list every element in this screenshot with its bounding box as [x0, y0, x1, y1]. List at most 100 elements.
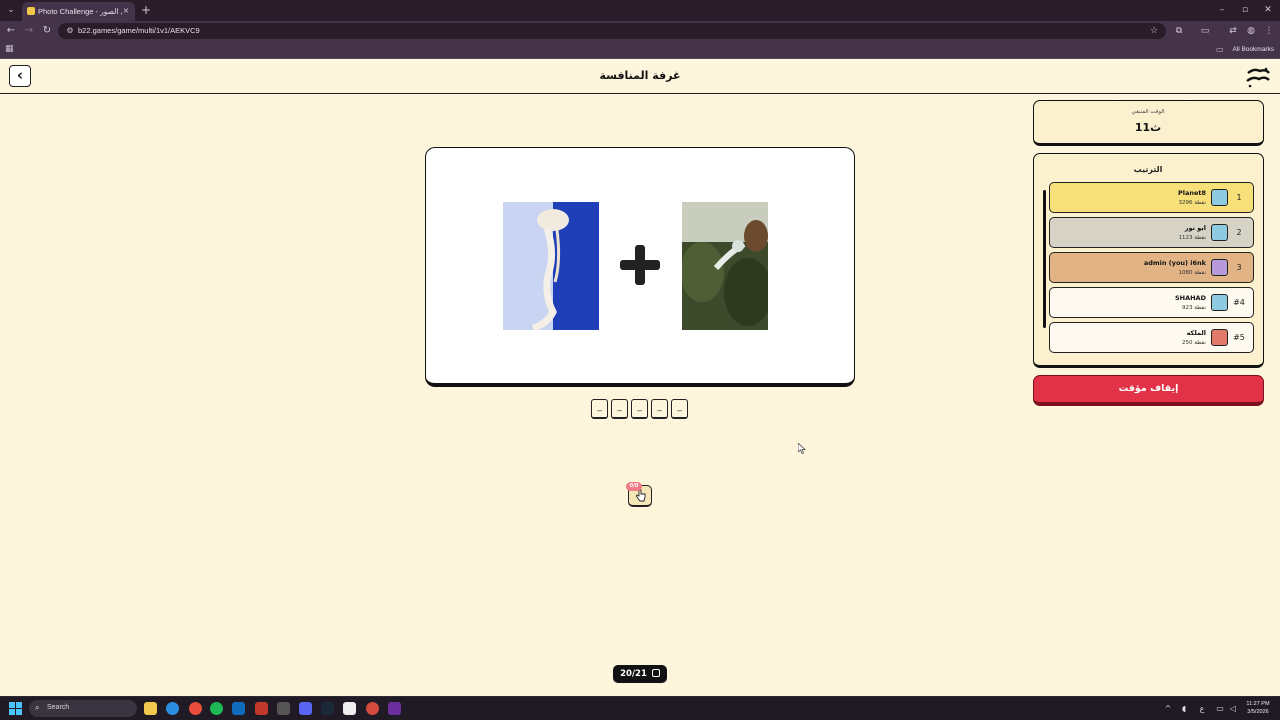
language-icon[interactable]: ع	[1196, 702, 1208, 715]
avatar	[1211, 224, 1228, 241]
back-nav-icon[interactable]: ←	[4, 24, 18, 38]
letter-slot[interactable]: _	[611, 399, 628, 419]
bookmark-star-icon[interactable]: ☆	[1148, 25, 1160, 37]
new-tab-button[interactable]: +	[140, 3, 152, 17]
chrome-icon[interactable]	[189, 702, 202, 715]
player-name: Planet8	[1177, 189, 1206, 197]
steam-icon[interactable]	[321, 702, 334, 715]
rank-number: #5	[1233, 333, 1245, 342]
round-counter: 20/21	[613, 665, 667, 683]
answer-letter-slots: _ _ _ _ _	[591, 399, 691, 421]
tab-search-icon[interactable]: ⌄	[4, 4, 18, 17]
browser-toolbar: ← → ↻ ⚙ b22.games/game/multi/1v1/AEKVC9 …	[0, 21, 1280, 41]
scrollbar-thumb[interactable]	[1043, 190, 1046, 328]
taskbar-search[interactable]: ⌕ Search	[29, 700, 137, 717]
puzzle-card	[425, 147, 855, 387]
nature-splash-image	[682, 202, 768, 330]
app-icon[interactable]	[343, 702, 356, 715]
menu-icon[interactable]: ⋮	[1262, 24, 1276, 38]
pause-timer-button[interactable]: إيقاف مؤقت	[1033, 375, 1264, 406]
app-icon[interactable]	[255, 702, 268, 715]
tab-title: Photo Challenge - تحدي الصور	[38, 7, 122, 16]
media-icon[interactable]: ▭	[1198, 24, 1212, 38]
app-icon[interactable]	[232, 702, 245, 715]
reload-icon[interactable]: ↻	[40, 24, 54, 38]
cast-icon[interactable]: ⇄	[1226, 24, 1240, 38]
avatar	[1211, 259, 1228, 276]
player-points: 1123 نقطة	[1178, 235, 1206, 241]
rank-number: 1	[1236, 193, 1242, 202]
avatar	[1211, 189, 1228, 206]
taskbar-search-label: Search	[47, 704, 70, 711]
timer-card: الوقت المتبقي 11ث	[1033, 100, 1264, 146]
url-text[interactable]: b22.games/game/multi/1v1/AEKVC9	[78, 25, 378, 37]
player-name: الملكه	[1186, 329, 1206, 337]
tray-chevron-icon[interactable]: ^	[1162, 702, 1174, 715]
microphone-icon[interactable]: ◖	[1178, 702, 1190, 715]
search-icon: ⌕	[35, 703, 40, 712]
image-icon	[651, 669, 660, 677]
close-window-button[interactable]: ✕	[1262, 3, 1274, 17]
clock-time: 11:27 PM	[1246, 701, 1270, 707]
leaderboard-title: الترتيب	[1133, 165, 1163, 174]
address-bar[interactable]: ⚙ b22.games/game/multi/1v1/AEKVC9 ☆	[58, 23, 1166, 39]
back-button[interactable]: ‹	[9, 65, 31, 87]
windows-start-icon[interactable]	[9, 702, 22, 715]
game-logo-icon[interactable]	[1244, 65, 1272, 89]
rank-number: 2	[1236, 228, 1242, 237]
windows-taskbar: ⌕ Search ^ ◖ ع ▭ ◁ 11:27 PM 3/5/2026	[0, 696, 1280, 720]
timer-value: 11ث	[1134, 121, 1162, 134]
jellyfish-image	[503, 202, 599, 330]
avatar	[1211, 294, 1228, 311]
player-points: 923 نقطة	[1181, 305, 1206, 311]
discord-icon[interactable]	[299, 702, 312, 715]
round-counter-text: 20/21	[620, 669, 647, 679]
leaderboard-row: #5 الملكه 250 نقطة	[1049, 322, 1254, 353]
player-name: SHAHAD	[1174, 294, 1206, 302]
player-points: 1080 نقطة	[1178, 270, 1206, 276]
bookmarks-bar: ▦ ▭ All Bookmarks	[0, 41, 1280, 59]
player-name: ابو نور	[1184, 224, 1206, 232]
spotify-icon[interactable]	[210, 702, 223, 715]
app-icon[interactable]	[388, 702, 401, 715]
all-bookmarks-link[interactable]: All Bookmarks	[1216, 44, 1274, 56]
letter-slot[interactable]: _	[671, 399, 688, 419]
taskbar-clock[interactable]: 11:27 PM 3/5/2026	[1240, 700, 1276, 718]
browser-tab[interactable]: Photo Challenge - تحدي الصور ×	[22, 2, 135, 21]
chrome-profile-icon[interactable]	[366, 702, 379, 715]
volume-icon[interactable]: ◁	[1227, 702, 1239, 715]
browser-tab-bar: ⌄ Photo Challenge - تحدي الصور × + – ▫ ✕	[0, 0, 1280, 21]
leaderboard-scrollbar[interactable]	[1043, 186, 1046, 356]
plus-icon	[620, 245, 660, 285]
site-info-icon[interactable]: ⚙	[64, 25, 76, 37]
letter-slot[interactable]: _	[631, 399, 648, 419]
page-title: غرفة المنافسة	[599, 69, 681, 82]
game-page: ‹ غرفة المنافسة _ _ _ _ _ 0/0 20/21 الوق…	[0, 59, 1280, 696]
player-points: 250 نقطة	[1181, 340, 1206, 346]
hint-count-badge: 0/0	[626, 482, 642, 491]
profile-icon[interactable]: ◍	[1244, 24, 1258, 38]
edge-icon[interactable]	[166, 702, 179, 715]
minimize-button[interactable]: –	[1216, 3, 1228, 17]
settings-icon[interactable]	[277, 702, 290, 715]
letter-slot[interactable]: _	[591, 399, 608, 419]
leaderboard-card: الترتيب 1 Planet8 3296 نقطة 2 ابو نور 11…	[1033, 153, 1264, 368]
player-name: admin (you) i6nk	[1143, 259, 1206, 267]
mouse-cursor-icon	[798, 443, 806, 454]
tab-close-icon[interactable]: ×	[121, 5, 131, 17]
letter-slot[interactable]: _	[651, 399, 668, 419]
file-explorer-icon[interactable]	[144, 702, 157, 715]
clock-date: 3/5/2026	[1247, 709, 1269, 715]
page-header: ‹ غرفة المنافسة	[0, 59, 1280, 94]
network-icon[interactable]: ▭	[1214, 702, 1226, 715]
rank-number: 3	[1236, 263, 1242, 272]
extensions-icon[interactable]: ⧉	[1172, 24, 1186, 38]
rank-number: #4	[1233, 298, 1245, 307]
leaderboard-row: #4 SHAHAD 923 نقطة	[1049, 287, 1254, 318]
timer-label: الوقت المتبقي	[1131, 109, 1165, 115]
leaderboard-row: 2 ابو نور 1123 نقطة	[1049, 217, 1254, 248]
avatar	[1211, 329, 1228, 346]
forward-nav-icon[interactable]: →	[22, 24, 36, 38]
apps-grid-icon[interactable]: ▦	[5, 44, 15, 54]
maximize-button[interactable]: ▫	[1239, 3, 1251, 17]
